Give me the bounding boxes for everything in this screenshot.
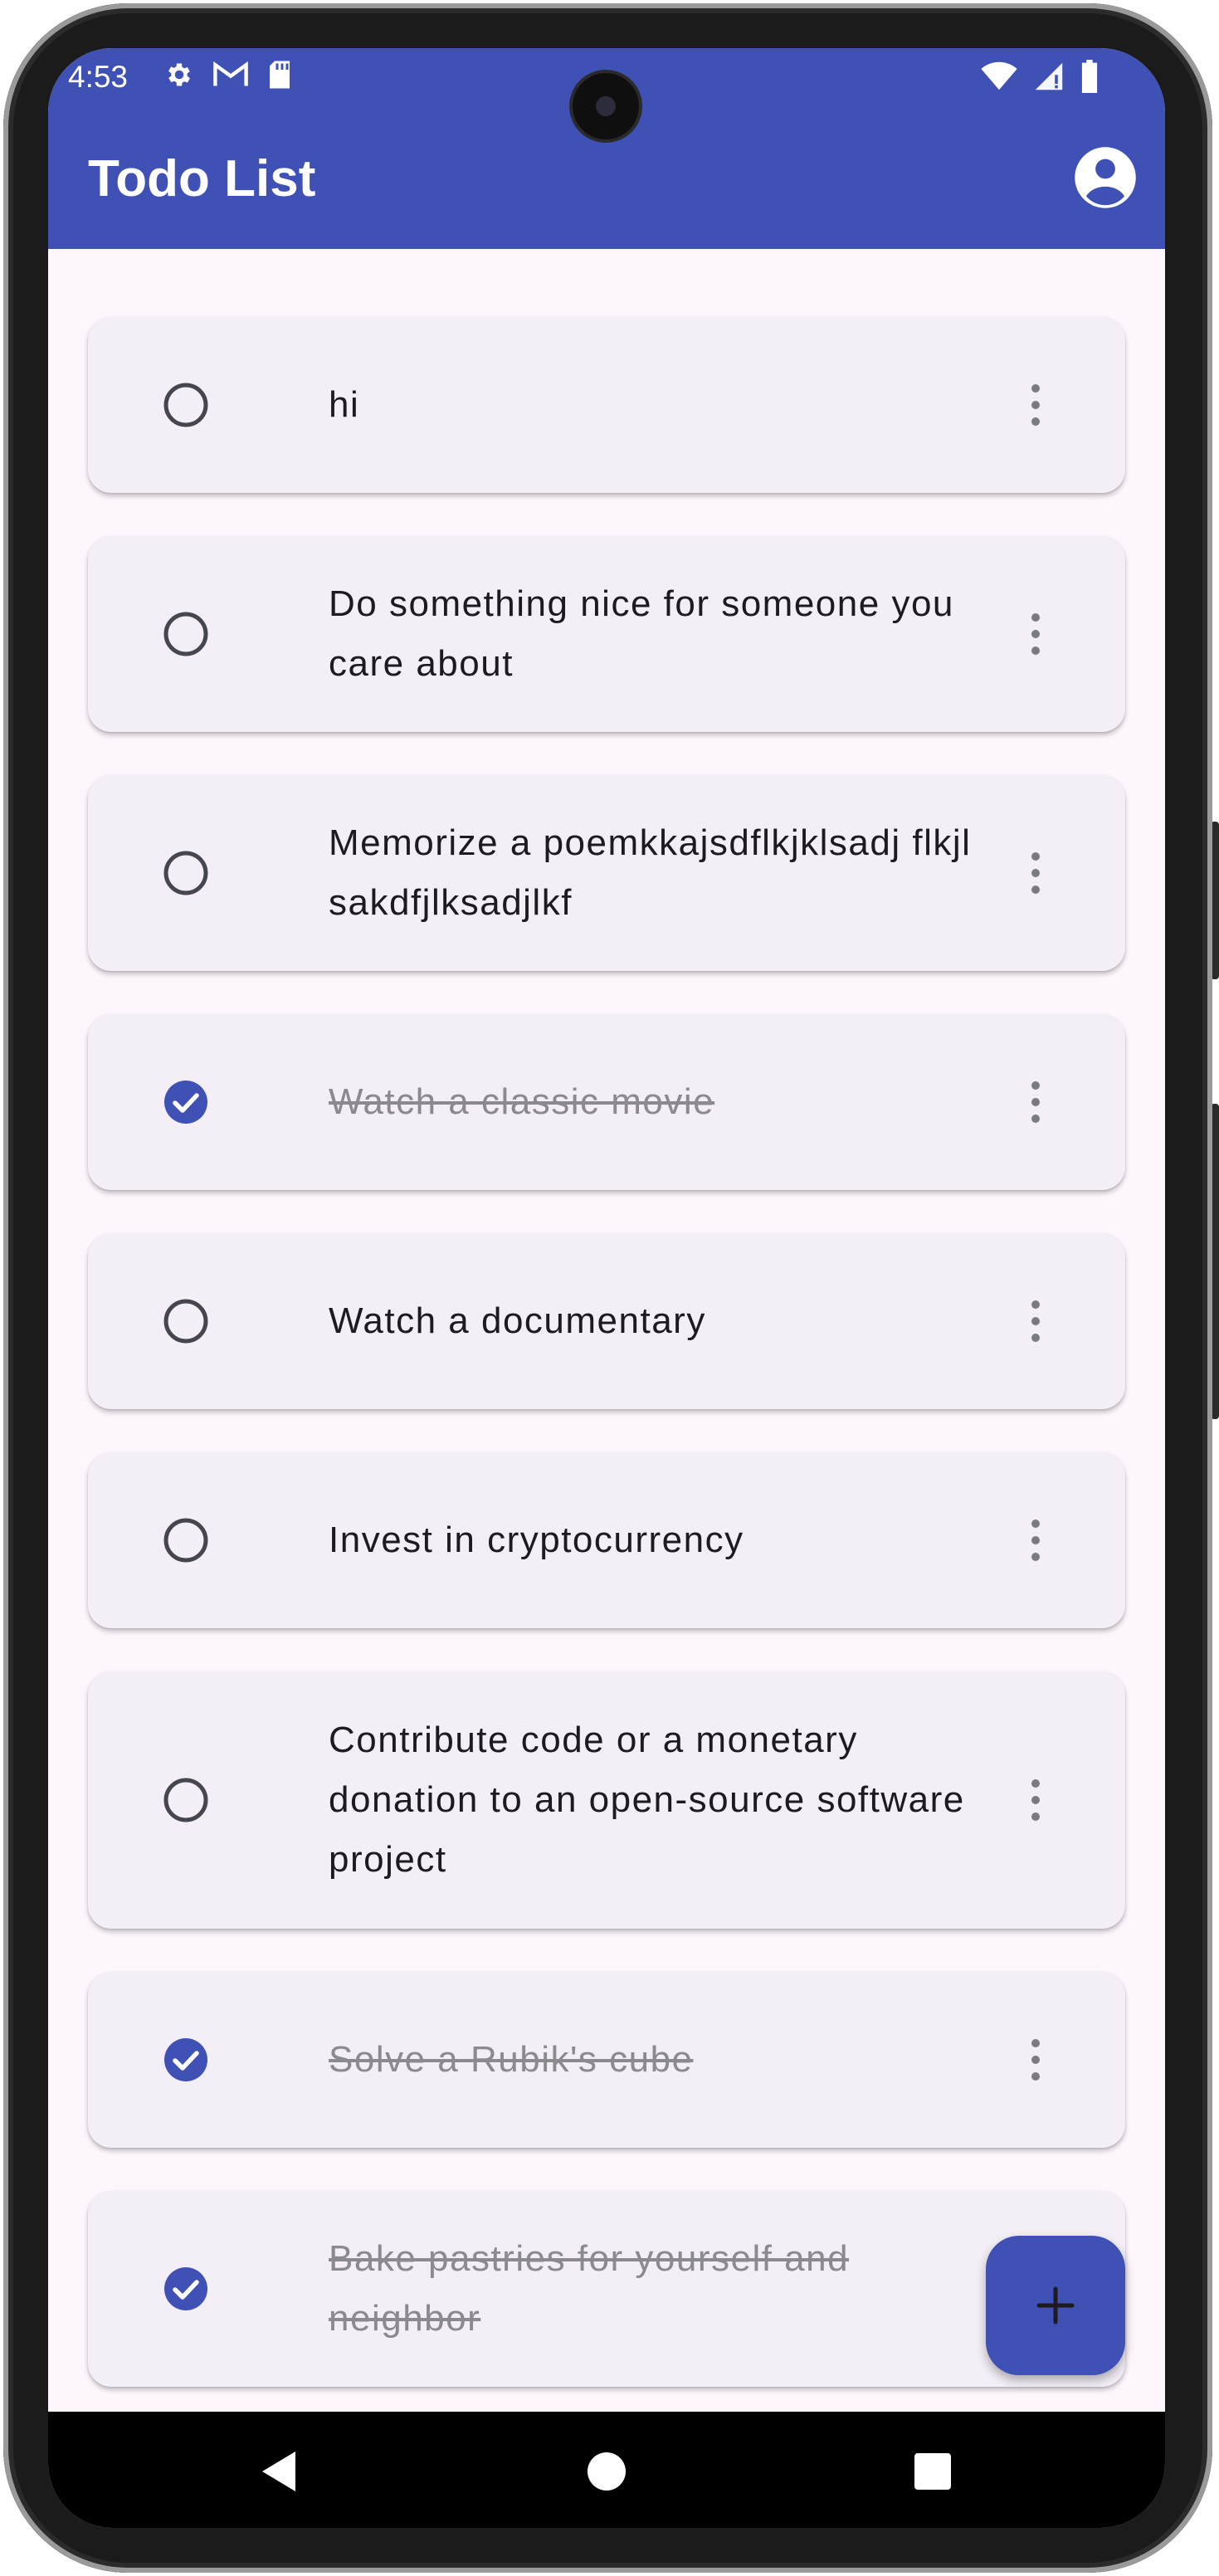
- todo-text: hi: [329, 384, 360, 425]
- more-vert-icon[interactable]: [1027, 1777, 1044, 1823]
- front-camera: [573, 73, 639, 139]
- sd-card-icon: [267, 60, 292, 94]
- todo-text: Solve a Rubik's cube: [329, 2039, 694, 2080]
- more-vert-icon[interactable]: [1027, 1079, 1044, 1125]
- todo-item[interactable]: Watch a documentary: [88, 1233, 1125, 1409]
- screen: 4:53 Todo List hi Do something nice for …: [48, 48, 1165, 2528]
- todo-list: hi Do something nice for someone you car…: [48, 249, 1165, 2461]
- unchecked-circle-icon[interactable]: [163, 611, 209, 657]
- plus-icon: [1036, 2286, 1075, 2325]
- todo-text: Watch a classic movie: [329, 1081, 715, 1122]
- todo-item[interactable]: Do something nice for someone you care a…: [88, 536, 1125, 732]
- add-todo-button[interactable]: [986, 2236, 1125, 2375]
- more-vert-icon[interactable]: [1027, 850, 1044, 896]
- checked-circle-icon[interactable]: [163, 2266, 209, 2312]
- todo-item[interactable]: Invest in cryptocurrency: [88, 1452, 1125, 1628]
- phone-frame: 4:53 Todo List hi Do something nice for …: [0, 0, 1219, 2576]
- wifi-icon: [981, 61, 1017, 95]
- todo-text: Contribute code or a monetary donation t…: [329, 1720, 965, 1880]
- more-vert-icon[interactable]: [1027, 611, 1044, 657]
- todo-text: Invest in cryptocurrency: [329, 1520, 744, 1560]
- todo-text: Do something nice for someone you care a…: [329, 583, 954, 684]
- more-vert-icon[interactable]: [1027, 1517, 1044, 1564]
- todo-text: Watch a documentary: [329, 1300, 706, 1341]
- todo-item[interactable]: hi: [88, 317, 1125, 493]
- todo-text: Memorize a poemkkajsdflkjklsadj flkjlsak…: [329, 822, 972, 923]
- todo-item[interactable]: Watch a classic movie: [88, 1014, 1125, 1190]
- page-title: Todo List: [88, 150, 316, 207]
- todo-item[interactable]: Solve a Rubik's cube: [88, 1972, 1125, 2148]
- home-icon[interactable]: [582, 2447, 631, 2496]
- unchecked-circle-icon[interactable]: [163, 1298, 209, 1344]
- more-vert-icon[interactable]: [1027, 2037, 1044, 2083]
- checked-circle-icon[interactable]: [163, 1079, 209, 1125]
- account-circle-icon: [1075, 147, 1136, 208]
- todo-item[interactable]: Memorize a poemkkajsdflkjklsadj flkjlsak…: [88, 775, 1125, 971]
- todo-text: Bake pastries for yourself and neighbor: [329, 2238, 850, 2339]
- todo-item[interactable]: Contribute code or a monetary donation t…: [88, 1671, 1125, 1929]
- checked-circle-icon[interactable]: [163, 2037, 209, 2083]
- back-icon[interactable]: [256, 2447, 305, 2496]
- settings-icon: [164, 60, 194, 94]
- unchecked-circle-icon[interactable]: [163, 850, 209, 896]
- more-vert-icon[interactable]: [1027, 1298, 1044, 1344]
- more-vert-icon[interactable]: [1027, 382, 1044, 428]
- gmail-icon: [212, 61, 249, 93]
- recents-icon[interactable]: [908, 2447, 958, 2496]
- navigation-bar: [48, 2412, 1165, 2528]
- signal-icon: [1032, 61, 1065, 95]
- todo-item[interactable]: Bake pastries for yourself and neighbor: [88, 2191, 1125, 2387]
- unchecked-circle-icon[interactable]: [163, 382, 209, 428]
- unchecked-circle-icon[interactable]: [163, 1777, 209, 1823]
- battery-icon: [1080, 60, 1099, 97]
- status-time: 4:53: [68, 60, 129, 94]
- unchecked-circle-icon[interactable]: [163, 1517, 209, 1564]
- account-button[interactable]: [1070, 143, 1140, 212]
